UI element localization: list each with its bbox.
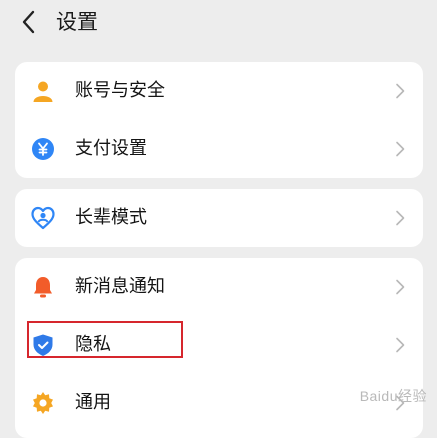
settings-item-account-security[interactable]: 账号与安全 (15, 62, 423, 120)
heart-person-icon (31, 206, 55, 230)
settings-item-label: 新消息通知 (75, 276, 165, 297)
settings-item-payment[interactable]: 支付设置 (15, 120, 423, 178)
watermark: Baidu经验 (359, 388, 427, 404)
chevron-right-icon (396, 141, 405, 157)
settings-item-notifications[interactable]: 新消息通知 (15, 258, 423, 316)
settings-item-elder-mode[interactable]: 长辈模式 (15, 189, 423, 247)
settings-item-label: 通用 (75, 392, 111, 413)
settings-item-privacy[interactable]: 隐私 (15, 316, 423, 374)
bell-icon (34, 277, 52, 298)
gear-icon (33, 392, 53, 414)
page-title: 设置 (56, 10, 98, 34)
settings-group-account: 账号与安全 支付设置 (15, 62, 423, 178)
chevron-right-icon (396, 83, 405, 99)
shield-check-icon (33, 334, 53, 356)
settings-group-elder: 长辈模式 (15, 189, 423, 247)
settings-item-label: 长辈模式 (75, 207, 147, 228)
chevron-right-icon (396, 337, 405, 353)
chevron-left-icon[interactable] (18, 8, 42, 36)
yuan-coin-icon (32, 138, 54, 160)
settings-item-label: 隐私 (75, 334, 111, 355)
chevron-right-icon (396, 279, 405, 295)
settings-group-general: 新消息通知 隐私 通用 (15, 258, 423, 438)
settings-item-label: 账号与安全 (75, 80, 165, 101)
header-bar: 设置 (0, 0, 437, 48)
person-icon (33, 81, 53, 102)
chevron-right-icon (396, 210, 405, 226)
settings-item-label: 支付设置 (75, 138, 147, 159)
